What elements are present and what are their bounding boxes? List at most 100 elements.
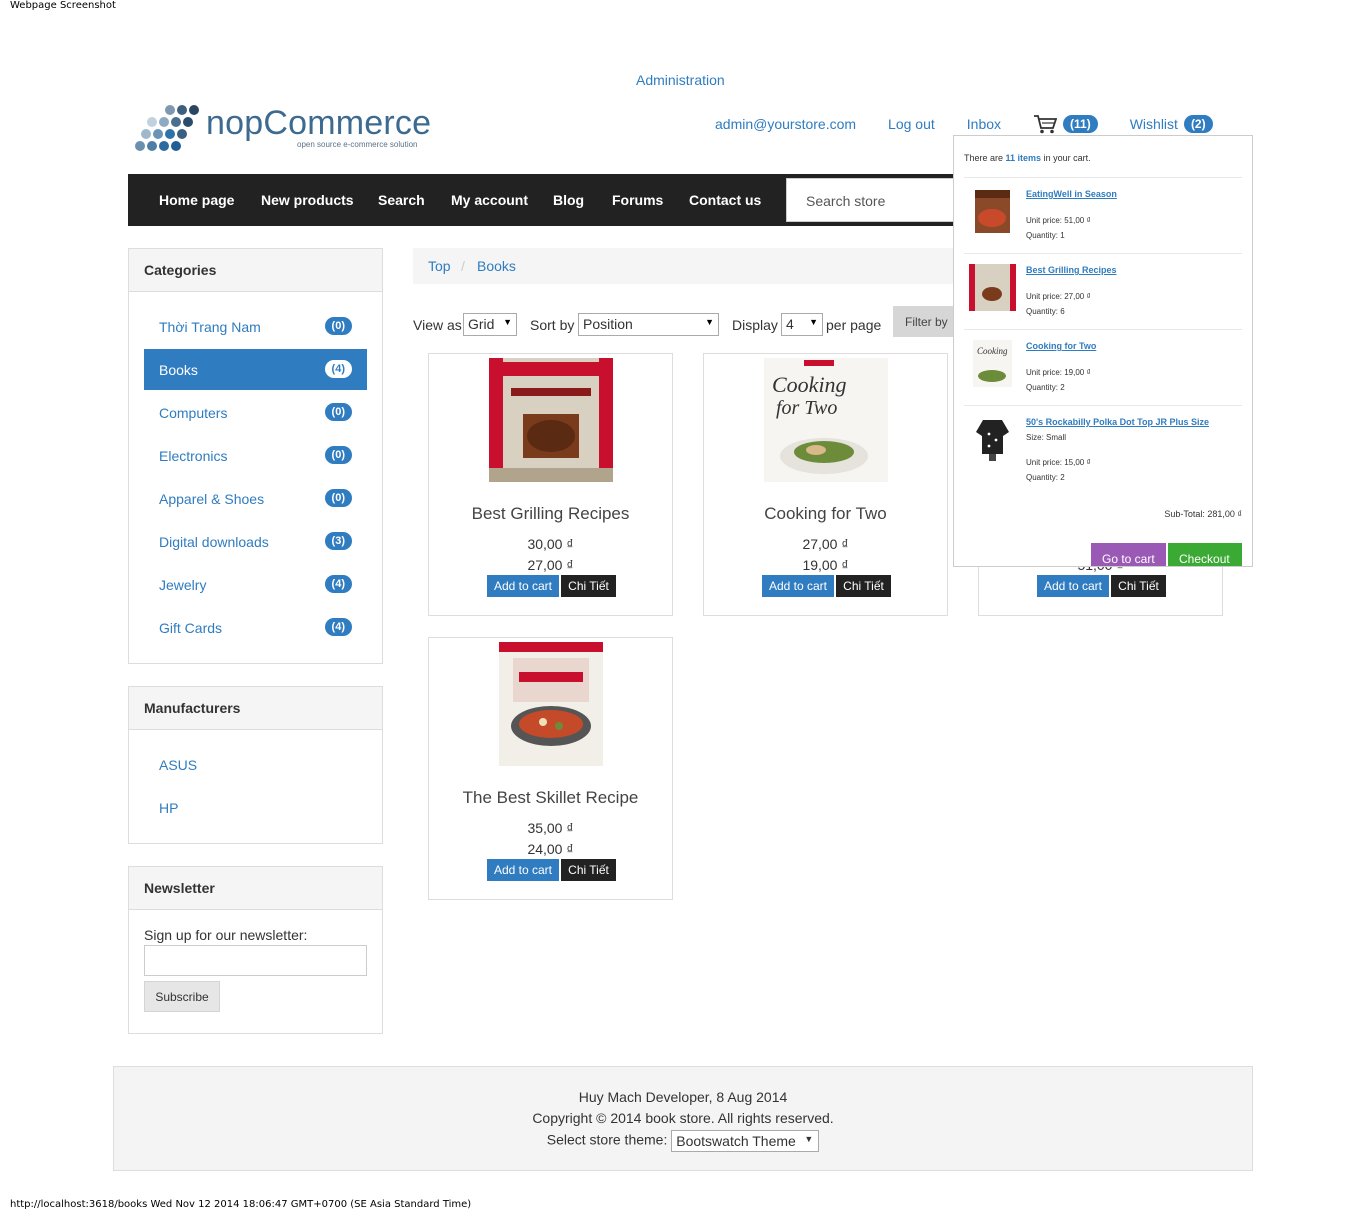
mini-cart-item-name[interactable]: 50's Rockabilly Polka Dot Top JR Plus Si… [1026,417,1209,427]
category-label: Thời Trang Nam [159,319,261,335]
print-header: Webpage Screenshot [10,0,116,11]
checkout-button[interactable]: Checkout [1168,543,1242,566]
product-detail-button[interactable]: Chi Tiết [561,575,616,597]
mini-cart-item: EatingWell in Season Unit price: 51,00 ₫… [964,177,1242,253]
mini-cart-quantity: Quantity: 1 [1026,231,1065,240]
add-to-cart-button[interactable]: Add to cart [487,575,559,597]
add-to-cart-button[interactable]: Add to cart [487,859,559,881]
store-logo[interactable]: nopCommerce open source e-commerce solut… [132,102,442,156]
category-item[interactable]: Apparel & Shoes (0) [144,478,367,519]
category-count: (0) [324,489,352,507]
product-detail-button[interactable]: Chi Tiết [1111,575,1166,597]
nav-blog[interactable]: Blog [553,192,584,208]
go-to-cart-button[interactable]: Go to cart [1091,543,1166,566]
product-old-price: 27,00 ₫ [802,536,849,552]
product-detail-button[interactable]: Chi Tiết [836,575,891,597]
mini-cart-item-name[interactable]: EatingWell in Season [1026,189,1117,199]
category-item[interactable]: Computers (0) [144,392,367,433]
product-title[interactable]: Cooking for Two [704,504,947,524]
svg-text:for Two: for Two [776,397,837,419]
logo-text: nopCommerce [206,104,432,142]
nav-contact-us[interactable]: Contact us [689,192,761,208]
nav-forums[interactable]: Forums [612,192,663,208]
page-size-value: 4 [786,316,794,332]
filter-button[interactable]: Filter by [893,306,955,337]
store-theme-select[interactable]: Bootswatch Theme ▼ [671,1130,820,1152]
display-label: Display [732,317,778,333]
page-size-select[interactable]: 4 ▼ [781,313,823,336]
account-email-link[interactable]: admin@yourstore.com [715,116,856,132]
category-item[interactable]: Digital downloads (3) [144,521,367,562]
chevron-down-icon: ▼ [804,1134,814,1144]
shopping-cart-link[interactable]: (11) [1033,114,1098,134]
category-label: Digital downloads [159,534,269,550]
mini-cart-quantity: Quantity: 2 [1026,383,1065,392]
add-to-cart-button[interactable]: Add to cart [1037,575,1109,597]
category-item[interactable]: Jewelry (4) [144,564,367,605]
logout-link[interactable]: Log out [888,116,935,132]
product-image[interactable] [489,642,613,766]
nav-my-account[interactable]: My account [451,192,528,208]
product-price: 19,00 ₫ [802,557,849,573]
product-title[interactable]: Best Grilling Recipes [429,504,672,524]
chevron-down-icon: ▼ [705,317,714,327]
shopping-cart-icon [1034,115,1058,134]
category-count: (3) [324,532,352,550]
sort-by-label: Sort by [530,317,575,333]
category-count: (4) [324,575,352,593]
sort-by-select[interactable]: Position ▼ [578,313,719,336]
per-page-label: per page [826,317,882,333]
view-mode-select[interactable]: Grid ▼ [463,313,517,336]
mini-cart-item-image[interactable] [969,188,1016,235]
mini-cart-item: 50's Rockabilly Polka Dot Top JR Plus Si… [964,405,1242,495]
product-old-price: 30,00 ₫ [527,536,574,552]
nav-home-page[interactable]: Home page [159,192,234,208]
mini-cart-item-name[interactable]: Best Grilling Recipes [1026,265,1117,275]
category-item[interactable]: Electronics (0) [144,435,367,476]
category-count: (4) [324,618,352,636]
view-mode-value: Grid [468,316,495,332]
footer-theme-row: Select store theme: Bootswatch Theme ▼ [114,1130,1252,1152]
manufacturer-link-hp[interactable]: HP [159,800,178,816]
newsletter-title: Newsletter [129,867,382,910]
cart-count-badge: (11) [1063,115,1098,133]
mini-cart-item-attribute: Size: Small [1026,433,1067,442]
product-title[interactable]: The Best Skillet Recipe [429,788,672,808]
category-item[interactable]: Thời Trang Nam (0) [144,306,367,347]
search-store-input[interactable]: Search store [786,178,956,222]
nav-new-products[interactable]: New products [261,192,354,208]
mini-cart-item: Cooking Cooking for Two Unit price: 19,0… [964,329,1242,405]
administration-link[interactable]: Administration [636,72,725,88]
category-count: (0) [324,403,352,421]
mini-cart-item-image[interactable] [969,264,1016,311]
logo-dots-icon [135,105,199,151]
main-navigation: Home page New products Search My account… [128,174,956,226]
wishlist-link[interactable]: Wishlist [1130,116,1178,132]
mini-cart-flyout: There are 11 items in your cart. EatingW… [953,135,1253,567]
category-item[interactable]: Gift Cards (4) [144,607,367,648]
breadcrumb-top-link[interactable]: Top [428,258,451,274]
sort-by-value: Position [583,316,633,332]
newsletter-email-input[interactable] [144,945,367,976]
mini-cart-item-image[interactable] [969,416,1016,463]
mini-cart-item-name[interactable]: Cooking for Two [1026,341,1096,351]
chevron-down-icon: ▼ [503,317,512,327]
nav-search[interactable]: Search [378,192,425,208]
product-card: Cooking for Two Cooking for Two 27,00 ₫ … [703,353,948,616]
product-image[interactable] [489,358,613,482]
product-detail-button[interactable]: Chi Tiết [561,859,616,881]
manufacturer-link-asus[interactable]: ASUS [159,757,197,773]
mini-cart-items-link[interactable]: 11 items [1006,153,1042,163]
category-count: (0) [324,446,352,464]
header-links: admin@yourstore.com Log out Inbox (11) W… [715,113,1213,135]
subscribe-button[interactable]: Subscribe [144,981,220,1012]
mini-cart-item-image[interactable]: Cooking [969,340,1016,387]
category-item-active[interactable]: Books (4) [144,349,367,390]
add-to-cart-button[interactable]: Add to cart [762,575,834,597]
product-card: Best Grilling Recipes 30,00 ₫ 27,00 ₫ Ad… [428,353,673,616]
product-price: 24,00 ₫ [527,841,574,857]
inbox-link[interactable]: Inbox [967,116,1001,132]
product-image[interactable]: Cooking for Two [764,358,888,482]
manufacturers-title: Manufacturers [129,687,382,730]
category-label: Electronics [159,448,228,464]
